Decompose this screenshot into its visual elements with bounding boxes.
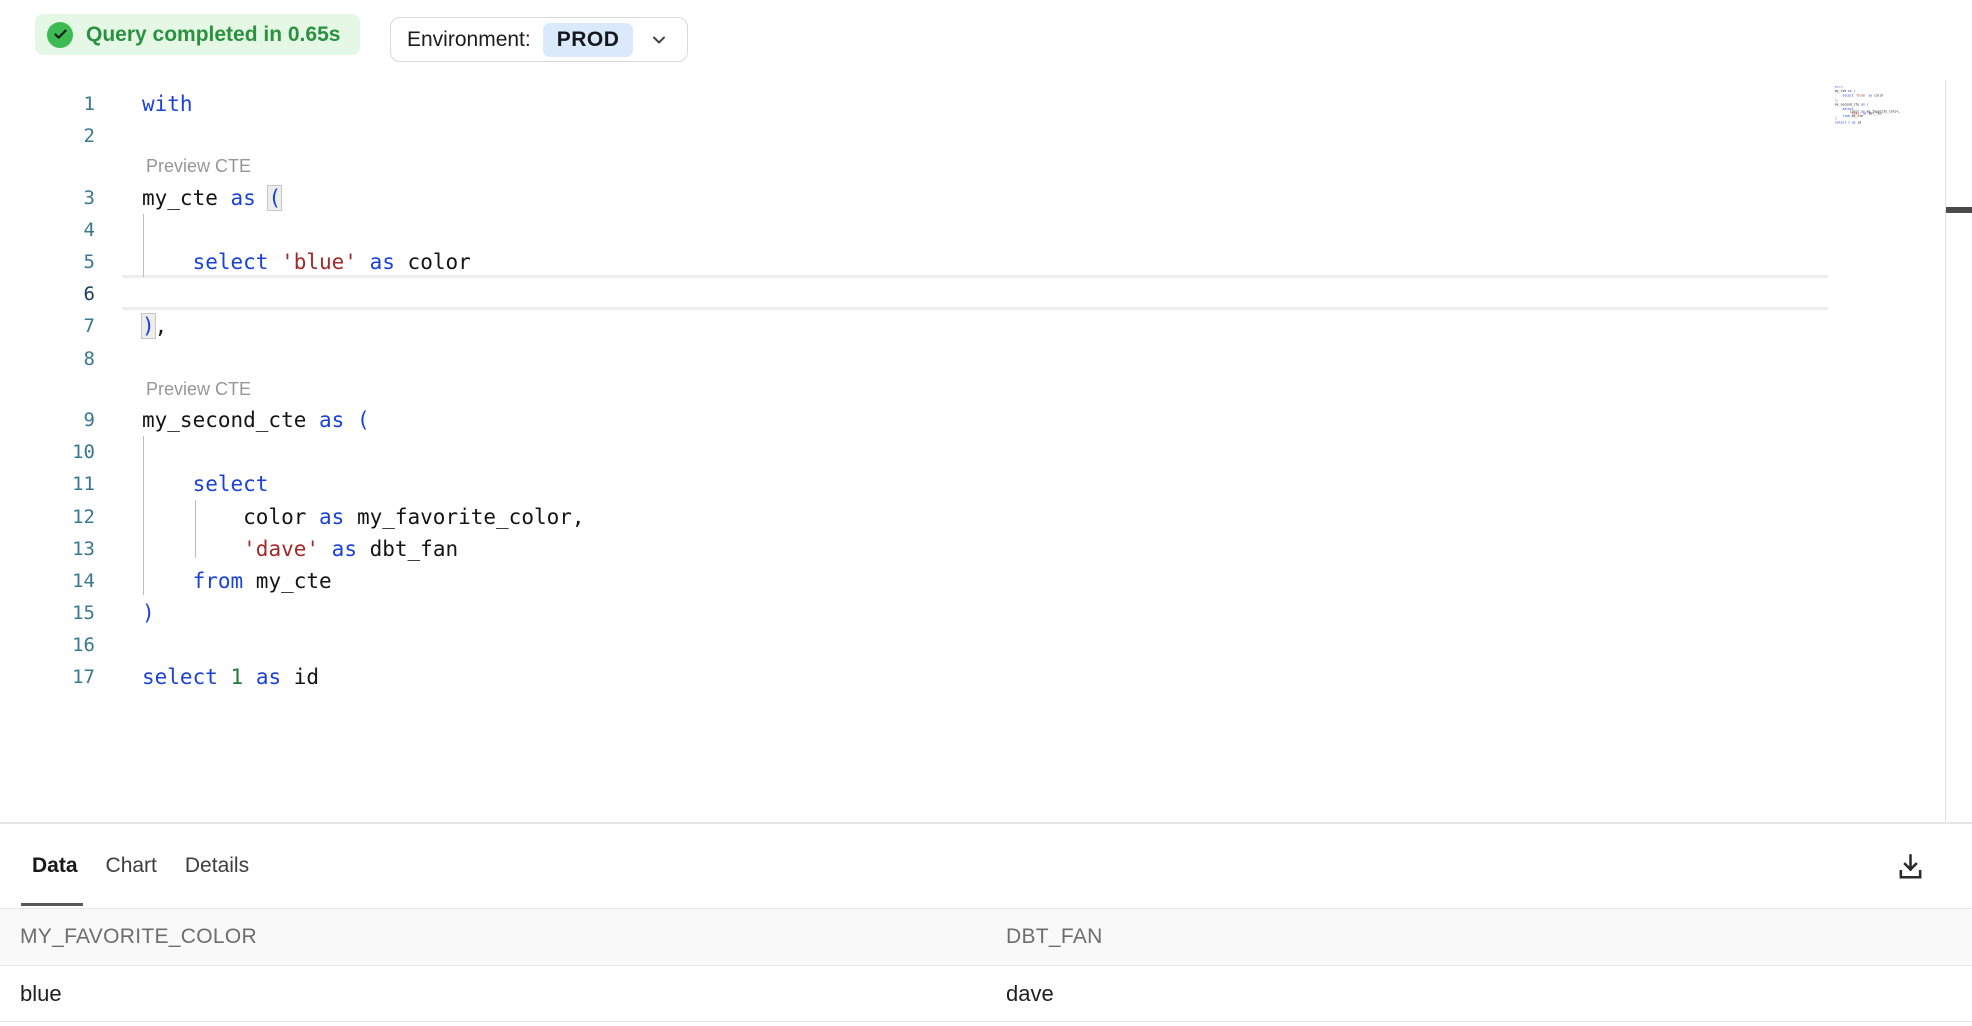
- code-line[interactable]: 15): [0, 597, 1972, 629]
- query-status-text: Query completed in 0.65s: [86, 23, 340, 47]
- code-text: select 1 as id: [142, 665, 319, 689]
- code-line[interactable]: 4: [0, 214, 1972, 246]
- sql-ide-window: Query completed in 0.65s Environment: PR…: [0, 0, 1972, 1026]
- download-results-button[interactable]: [1892, 848, 1928, 886]
- chevron-down-icon: [649, 30, 669, 50]
- code-text: select 'blue' as color: [142, 250, 471, 274]
- line-number: 8: [0, 348, 95, 370]
- environment-selector[interactable]: Environment: PROD: [390, 17, 688, 62]
- code-text: color as my_favorite_color,: [142, 505, 585, 529]
- code-line[interactable]: 8: [0, 343, 1972, 375]
- results-table-body: bluedave: [0, 966, 1972, 1022]
- line-number: 1: [0, 93, 95, 115]
- line-number: 6: [0, 283, 95, 305]
- code-line[interactable]: 9 my_second_cte as (: [0, 404, 1972, 436]
- line-number: 12: [0, 506, 95, 528]
- environment-label: Environment:: [407, 28, 531, 52]
- success-check-icon: [47, 22, 73, 48]
- code-line[interactable]: 10: [0, 436, 1972, 468]
- code-editor[interactable]: 1 with 2 Preview CTE 3 my_cte as ( 4 5 select '…: [0, 88, 1972, 694]
- line-number: 5: [0, 251, 95, 273]
- code-text: with: [142, 92, 193, 116]
- code-line[interactable]: 11 select: [0, 468, 1972, 500]
- code-line[interactable]: 1 with: [0, 88, 1972, 120]
- code-line[interactable]: 12 color as my_favorite_color,: [0, 500, 1972, 532]
- code-text: ),: [142, 314, 167, 338]
- code-line[interactable]: 13 'dave' as dbt_fan: [0, 533, 1972, 565]
- tab-data[interactable]: Data: [32, 845, 78, 887]
- table-row: bluedave: [0, 966, 1972, 1022]
- code-line[interactable]: 14 from my_cte: [0, 565, 1972, 597]
- code-text: from my_cte: [142, 569, 332, 593]
- line-number: 16: [0, 634, 95, 656]
- code-text: my_cte as (: [142, 186, 281, 210]
- line-number: 4: [0, 219, 95, 241]
- line-number: 3: [0, 187, 95, 209]
- active-tab-underline: [21, 903, 83, 906]
- line-number: 11: [0, 473, 95, 495]
- line-number: 7: [0, 315, 95, 337]
- code-line[interactable]: 7),: [0, 310, 1972, 342]
- query-status-badge: Query completed in 0.65s: [35, 14, 360, 55]
- environment-value-badge: PROD: [543, 23, 634, 57]
- preview-cte-button[interactable]: Preview CTE: [0, 152, 1972, 181]
- code-line[interactable]: 2: [0, 120, 1972, 152]
- line-number: 15: [0, 602, 95, 624]
- code-line[interactable]: 16: [0, 629, 1972, 661]
- results-table: MY_FAVORITE_COLORDBT_FAN bluedave: [0, 908, 1972, 1022]
- table-cell: blue: [0, 981, 986, 1007]
- preview-cte-button[interactable]: Preview CTE: [0, 375, 1972, 404]
- code-line[interactable]: 17 select 1 as id: [0, 661, 1972, 693]
- line-number: 13: [0, 538, 95, 560]
- code-text: 'dave' as dbt_fan: [142, 537, 458, 561]
- code-text: my_second_cte as (: [142, 408, 370, 432]
- code-line[interactable]: 6: [0, 278, 1972, 310]
- results-tabs: Data Chart Details: [32, 845, 249, 887]
- line-number: 2: [0, 125, 95, 147]
- line-number: 9: [0, 409, 95, 431]
- code-line[interactable]: 5 select 'blue' as color: [0, 246, 1972, 278]
- code-text: select: [142, 472, 268, 496]
- tab-details[interactable]: Details: [185, 845, 249, 887]
- results-table-header: MY_FAVORITE_COLORDBT_FAN: [0, 908, 1972, 966]
- column-header: DBT_FAN: [986, 925, 1972, 949]
- line-number: 14: [0, 570, 95, 592]
- code-line[interactable]: 3 my_cte as (: [0, 182, 1972, 214]
- line-number: 17: [0, 666, 95, 688]
- code-text: ): [142, 601, 155, 625]
- tab-chart[interactable]: Chart: [106, 845, 157, 887]
- column-header: MY_FAVORITE_COLOR: [0, 925, 986, 949]
- panel-divider: [0, 822, 1972, 824]
- line-number: 10: [0, 441, 95, 463]
- table-cell: dave: [986, 981, 1972, 1007]
